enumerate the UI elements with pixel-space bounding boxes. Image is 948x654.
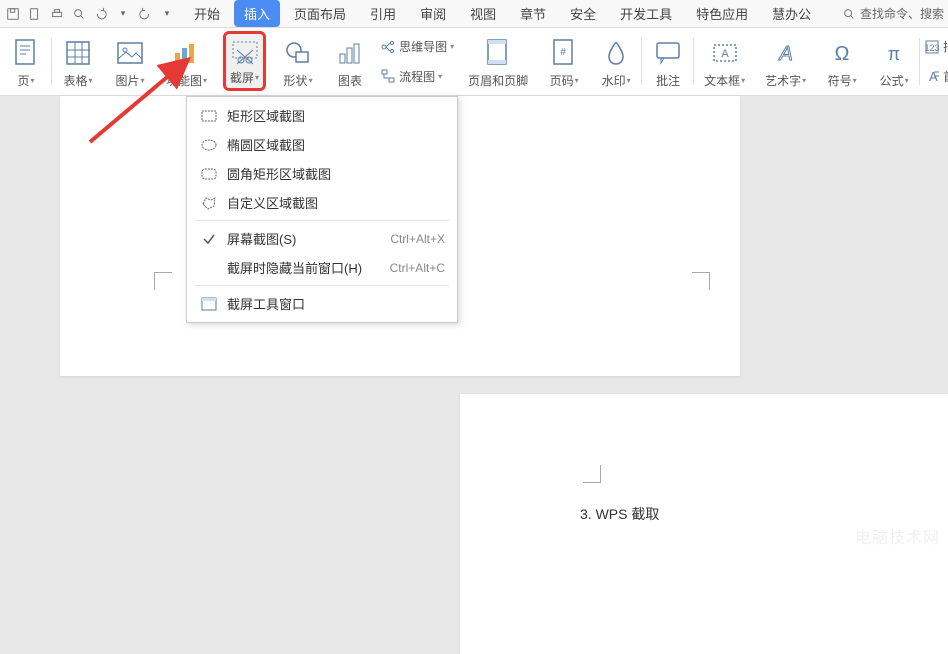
table-icon <box>64 34 92 72</box>
comment-icon <box>654 34 682 72</box>
margin-corner <box>154 272 172 290</box>
tab-start[interactable]: 开始 <box>184 0 230 27</box>
image-button[interactable]: 图片▾ <box>110 32 150 91</box>
rounded-rect-icon <box>199 165 219 183</box>
comment-button[interactable]: 批注 <box>648 32 688 91</box>
textbox-button[interactable]: A 文本框▾ <box>700 32 749 91</box>
dd-separator <box>195 285 449 286</box>
ellipse-icon <box>199 136 219 154</box>
shape-icon <box>284 34 312 72</box>
equation-icon: π <box>881 34 907 72</box>
redo-dropdown-icon[interactable]: ▾ <box>158 5 176 23</box>
dd-screen[interactable]: 屏幕截图(S) Ctrl+Alt+X <box>187 224 457 253</box>
search-icon <box>842 7 856 21</box>
svg-text:A: A <box>721 48 729 60</box>
undo-icon[interactable] <box>92 5 110 23</box>
shape-button[interactable]: 形状▾ <box>278 32 318 91</box>
tool-window-icon <box>199 295 219 313</box>
page-button[interactable]: 页▾ <box>6 32 46 91</box>
watermark-text: 电脑技术网 <box>855 524 940 548</box>
image-icon <box>116 34 144 72</box>
tab-huiban[interactable]: 慧办公 <box>762 0 821 27</box>
custom-shape-icon <box>199 194 219 212</box>
equation-button[interactable]: π 公式▾ <box>874 32 914 91</box>
print-icon[interactable] <box>48 5 66 23</box>
margin-corner <box>583 465 601 483</box>
symbol-button[interactable]: Ω 符号▾ <box>822 32 862 91</box>
page-number-button[interactable]: # 页码▾ <box>544 32 584 91</box>
dd-ellipse[interactable]: 椭圆区域截图 <box>187 130 457 159</box>
svg-text:A: A <box>778 43 792 65</box>
feature-button[interactable]: 功能图▾ <box>162 32 211 91</box>
check-icon <box>199 230 219 248</box>
header-footer-button[interactable]: 页眉和页脚 <box>464 32 532 91</box>
flowchart-icon <box>380 68 396 84</box>
tab-reference[interactable]: 引用 <box>360 0 406 27</box>
page-number-icon: # <box>551 34 577 72</box>
feature-icon <box>173 34 201 72</box>
tab-special[interactable]: 特色应用 <box>686 0 758 27</box>
tab-insert[interactable]: 插入 <box>234 0 280 27</box>
search-box[interactable]: 查找命令、搜索 <box>842 5 944 22</box>
page2-text: 3. WPS 截取 <box>580 504 659 524</box>
screenshot-icon <box>231 36 259 69</box>
tab-view[interactable]: 视图 <box>460 0 506 27</box>
tab-chapter[interactable]: 章节 <box>510 0 556 27</box>
header-footer-icon <box>485 34 511 72</box>
insert-number-button[interactable]: 123 插入数字 <box>924 38 948 55</box>
dd-custom[interactable]: 自定义区域截图 <box>187 188 457 217</box>
svg-text:π: π <box>888 44 900 64</box>
margin-corner <box>692 272 710 290</box>
chart-icon <box>336 34 364 72</box>
symbol-icon: Ω <box>829 34 855 72</box>
insert-extras-1: 123 插入数字 A 首字下沉▾ <box>920 30 948 93</box>
screenshot-dropdown: 矩形区域截图 椭圆区域截图 圆角矩形区域截图 自定义区域截图 屏幕截图(S) C… <box>186 96 458 323</box>
mindmap-icon <box>380 39 396 55</box>
table-button[interactable]: 表格▾ <box>58 32 98 91</box>
tab-devtools[interactable]: 开发工具 <box>610 0 682 27</box>
textbox-icon: A <box>711 34 739 72</box>
blank-icon <box>199 259 219 277</box>
wordart-icon: A <box>772 34 800 72</box>
watermark-button[interactable]: 水印▾ <box>596 32 636 91</box>
chart-button[interactable]: 图表 <box>330 32 370 91</box>
diagram-group: 思维导图▾ 流程图▾ <box>376 30 458 93</box>
dd-separator <box>195 220 449 221</box>
dd-rect[interactable]: 矩形区域截图 <box>187 101 457 130</box>
screenshot-button[interactable]: 截屏▾ <box>223 31 266 91</box>
mindmap-button[interactable]: 思维导图▾ <box>380 38 454 55</box>
quick-access-toolbar: ▾ ▾ 开始 插入 页面布局 引用 审阅 视图 章节 安全 开发工具 特色应用 … <box>0 0 948 28</box>
svg-text:Ω: Ω <box>835 43 850 65</box>
redo-icon[interactable] <box>136 5 154 23</box>
svg-text:#: # <box>560 47 566 58</box>
search-placeholder: 查找命令、搜索 <box>860 5 944 22</box>
wordart-button[interactable]: A 艺术字▾ <box>761 32 810 91</box>
watermark-icon <box>603 34 629 72</box>
drop-cap-icon: A <box>924 68 940 84</box>
tab-review[interactable]: 审阅 <box>410 0 456 27</box>
svg-text:123: 123 <box>925 43 940 53</box>
new-icon[interactable] <box>26 5 44 23</box>
dd-hide[interactable]: 截屏时隐藏当前窗口(H) Ctrl+Alt+C <box>187 253 457 282</box>
insert-number-icon: 123 <box>924 39 940 55</box>
preview-icon[interactable] <box>70 5 88 23</box>
tab-security[interactable]: 安全 <box>560 0 606 27</box>
dd-rounded[interactable]: 圆角矩形区域截图 <box>187 159 457 188</box>
document-area: 3. WPS 截取 <box>0 96 948 554</box>
quick-icons: ▾ ▾ <box>4 5 176 23</box>
page-icon <box>13 34 39 72</box>
drop-cap-button[interactable]: A 首字下沉▾ <box>924 68 948 85</box>
dd-tool[interactable]: 截屏工具窗口 <box>187 289 457 318</box>
ribbon: 页▾ 表格▾ 图片▾ 功能图▾ 截屏▾ 形状▾ 图表 <box>0 28 948 96</box>
save-icon[interactable] <box>4 5 22 23</box>
flowchart-button[interactable]: 流程图▾ <box>380 68 454 85</box>
rect-icon <box>199 107 219 125</box>
ribbon-tabs: 开始 插入 页面布局 引用 审阅 视图 章节 安全 开发工具 特色应用 慧办公 <box>184 0 842 27</box>
undo-dropdown-icon[interactable]: ▾ <box>114 5 132 23</box>
tab-page-layout[interactable]: 页面布局 <box>284 0 356 27</box>
